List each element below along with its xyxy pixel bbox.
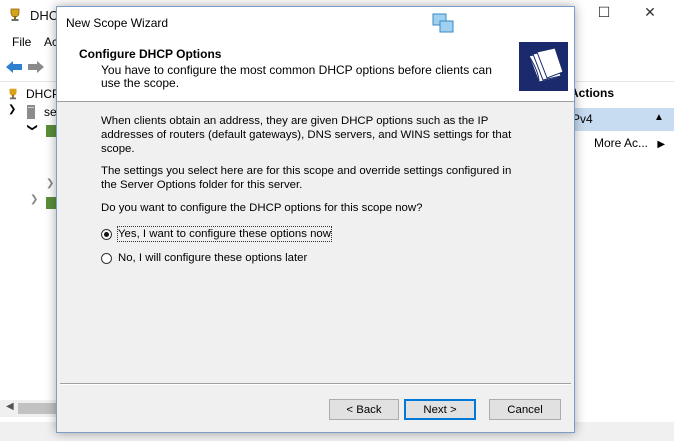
actions-pane: Actions Pv4 ▲ More Ac... ▶ — [568, 82, 674, 422]
tree-horizontal-scrollbar[interactable]: ◀ — [0, 400, 58, 417]
back-arrow-icon[interactable] — [5, 59, 23, 75]
wizard-titlebar: New Scope Wizard — [57, 7, 574, 37]
wizard-window-icon — [432, 13, 454, 33]
description-paragraph-2: The settings you select here are for thi… — [101, 165, 512, 191]
collapsed-chevron-icon[interactable]: ❯ — [46, 178, 54, 189]
scope-folder-icon — [46, 197, 56, 209]
configure-question: Do you want to configure the DHCP option… — [101, 202, 423, 214]
description-paragraph-1: When clients obtain an address, they are… — [101, 115, 512, 155]
forward-arrow-icon[interactable] — [27, 59, 45, 75]
new-scope-wizard-dialog: New Scope Wizard Configure DHCP Options … — [56, 6, 575, 433]
radio-configure-now-label[interactable]: Yes, I want to configure these options n… — [117, 226, 332, 242]
radio-configure-now[interactable]: Yes, I want to configure these options n… — [101, 226, 332, 242]
more-actions-label: More Ac... — [594, 136, 649, 150]
page-title: Configure DHCP Options — [79, 47, 222, 61]
cancel-button[interactable]: Cancel — [489, 399, 561, 420]
maximize-icon[interactable]: ☐ — [584, 4, 624, 26]
wizard-header: Configure DHCP Options You have to confi… — [57, 37, 574, 102]
expand-chevron-icon[interactable]: ❯ — [8, 104, 16, 115]
tree-label-dhcp: DHCP — [26, 87, 61, 101]
scrollbar-thumb[interactable] — [18, 403, 58, 414]
submenu-arrow-icon: ▶ — [657, 139, 666, 150]
next-button[interactable]: Next > — [404, 399, 476, 420]
actions-section-label: Pv4 — [572, 112, 593, 126]
server-icon — [27, 105, 35, 119]
actions-section-ipv4[interactable]: Pv4 ▲ — [568, 108, 674, 131]
radio-button-icon[interactable] — [101, 252, 112, 264]
more-actions-link[interactable]: More Ac... ▶ — [594, 136, 665, 150]
collapse-up-icon[interactable]: ▲ — [654, 112, 664, 123]
dhcp-trophy-icon — [9, 88, 17, 100]
back-button[interactable]: < Back — [329, 399, 399, 420]
close-icon[interactable]: ✕ — [630, 4, 670, 26]
wizard-banner-folders-icon — [519, 42, 568, 91]
tree-label-server: se — [44, 105, 57, 119]
radio-configure-later-label[interactable]: No, I will configure these options later — [118, 251, 307, 265]
footer-separator — [60, 383, 571, 385]
console-tree: DHCP ❯ se ❯ ❯ ❯ — [0, 82, 61, 422]
radio-button-selected-icon[interactable] — [101, 228, 112, 240]
collapsed-chevron-icon[interactable]: ❯ — [30, 194, 38, 205]
wizard-title: New Scope Wizard — [66, 16, 169, 30]
actions-header: Actions — [570, 86, 615, 100]
radio-configure-later[interactable]: No, I will configure these options later — [101, 250, 307, 266]
menu-file[interactable]: File — [12, 35, 31, 49]
dhcp-trophy-icon — [10, 8, 20, 21]
scroll-left-icon[interactable]: ◀ — [6, 401, 14, 412]
page-subtitle: You have to configure the most common DH… — [101, 63, 492, 90]
expanded-chevron-icon[interactable]: ❯ — [27, 123, 38, 131]
scope-folder-icon — [46, 125, 56, 137]
